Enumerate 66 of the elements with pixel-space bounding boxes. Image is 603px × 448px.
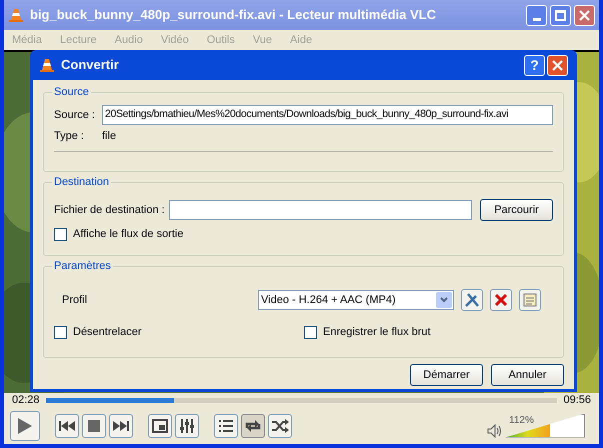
stop-button[interactable]: [82, 414, 106, 438]
loop-button[interactable]: [241, 414, 265, 438]
maximize-button[interactable]: [550, 4, 571, 26]
menu-item[interactable]: Lecture: [60, 32, 97, 48]
field-label: Source :: [54, 108, 96, 123]
edit-profile-button[interactable]: [461, 289, 483, 311]
menu-item[interactable]: Vue: [252, 32, 272, 48]
checkbox-label: Affiche le flux de sortie: [73, 227, 184, 242]
menu-item[interactable]: Aide: [290, 32, 312, 48]
minimize-button[interactable]: [526, 4, 547, 26]
total-time: 09:56: [563, 392, 591, 408]
traffic-cone-icon: [39, 57, 55, 73]
menu-item[interactable]: Média: [12, 32, 42, 48]
document-icon: [523, 293, 537, 307]
prev-button[interactable]: [55, 414, 79, 438]
volume-reading: 112%: [509, 414, 534, 428]
equalizer-icon: [179, 418, 195, 434]
elapsed-time: 02:28: [12, 392, 40, 408]
traffic-cone-icon: [8, 7, 24, 23]
previous-icon: [59, 420, 75, 430]
delete-icon: [495, 294, 507, 306]
checkbox-label: Désentrelacer: [73, 325, 142, 340]
checkbox[interactable]: [304, 326, 317, 339]
delete-profile-button[interactable]: [490, 289, 512, 311]
new-profile-button[interactable]: [519, 289, 541, 311]
field-label: Type :: [54, 129, 85, 144]
effects-button[interactable]: [175, 414, 199, 438]
destination-field[interactable]: [168, 200, 472, 220]
menu-item[interactable]: Vidéo: [160, 32, 189, 48]
close-button[interactable]: [547, 54, 568, 76]
stop-icon: [88, 420, 100, 432]
checkbox[interactable]: [54, 326, 67, 339]
fullscreen-icon: [152, 418, 168, 432]
profile-dropdown[interactable]: Video - H.264 + AAC (MP4): [258, 290, 454, 310]
close-icon: [579, 10, 590, 20]
checkbox-label: Enregistrer le flux brut: [323, 325, 431, 340]
playlist-icon: [218, 418, 234, 432]
seek-bar[interactable]: [46, 398, 558, 402]
field-label: Fichier de destination :: [54, 202, 165, 218]
speaker-icon[interactable]: [487, 424, 501, 438]
help-button[interactable]: ?: [524, 54, 545, 76]
cancel-button[interactable]: Annuler: [491, 364, 564, 386]
browse-button[interactable]: Parcourir: [480, 199, 553, 221]
playlist-button[interactable]: [214, 414, 238, 438]
type-value: file: [102, 129, 116, 144]
shuffle-icon: [271, 418, 289, 432]
chevron-icon: [436, 292, 452, 308]
next-icon: [113, 420, 129, 430]
play-icon: [17, 416, 33, 434]
fullscreen-button[interactable]: [148, 414, 172, 438]
menu-item[interactable]: Audio: [114, 32, 143, 48]
field-label: Profil: [62, 292, 88, 308]
start-button[interactable]: Démarrer: [410, 364, 483, 386]
window-title: big_buck_bunny_480p_surround-fix.avi - Lecteur multimédia VLC: [30, 6, 436, 24]
close-icon: [552, 60, 563, 70]
close-button[interactable]: [574, 4, 595, 26]
next-button[interactable]: [109, 414, 133, 438]
dialog-title: Convertir: [61, 56, 119, 74]
source-field[interactable]: 20Settings/bmathieu/Mes%20documents/Downloads/big_buck_bunny_480p_surround-fix.avi: [102, 105, 553, 125]
random-button[interactable]: [268, 414, 292, 438]
minimize-icon: [532, 18, 540, 20]
menu-item[interactable]: Outils: [206, 32, 235, 48]
checkbox[interactable]: [54, 228, 67, 241]
maximize-icon: [555, 10, 566, 20]
loop-icon: [244, 418, 262, 432]
play-button[interactable]: [10, 410, 40, 440]
